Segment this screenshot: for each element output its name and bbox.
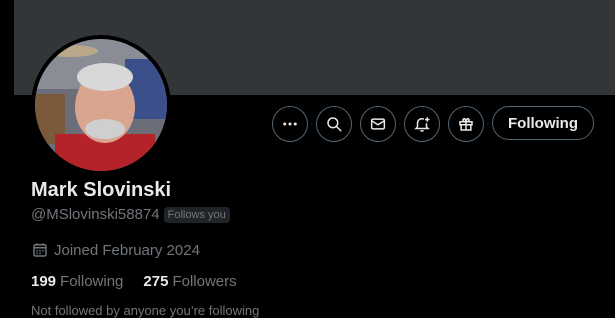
calendar-icon xyxy=(33,243,47,257)
search-button[interactable] xyxy=(316,106,352,142)
following-label: Following xyxy=(60,273,124,290)
joined-date: Joined February 2024 xyxy=(31,241,200,259)
profile-name: Mark Slovinski xyxy=(31,179,172,201)
avatar-photo xyxy=(35,39,167,171)
gift-icon xyxy=(459,118,473,131)
followers-count: 275 xyxy=(143,273,169,290)
following-count-link[interactable]: 199 Following xyxy=(31,273,123,290)
notifications-button[interactable] xyxy=(404,106,440,142)
handle-row: @MSlovinski58874 Follows you xyxy=(31,206,230,223)
follow-counts: 199 Following 275 Followers xyxy=(31,273,257,290)
notification-bell-icon xyxy=(414,117,430,132)
following-button[interactable]: Following xyxy=(492,106,594,140)
following-count: 199 xyxy=(31,273,57,290)
followers-count-link[interactable]: 275 Followers xyxy=(143,273,236,290)
avatar[interactable] xyxy=(31,35,171,175)
more-icon xyxy=(283,122,297,126)
follows-you-badge: Follows you xyxy=(163,206,230,223)
profile-handle: @MSlovinski58874 xyxy=(31,206,160,223)
more-button[interactable] xyxy=(272,106,308,142)
left-edge xyxy=(0,0,14,317)
not-followed-note: Not followed by anyone you’re following xyxy=(31,303,260,318)
followers-label: Followers xyxy=(172,273,237,290)
message-icon xyxy=(370,118,386,130)
message-button[interactable] xyxy=(360,106,396,142)
gift-button[interactable] xyxy=(448,106,484,142)
search-icon xyxy=(327,117,342,132)
joined-text: Joined February 2024 xyxy=(54,241,200,259)
